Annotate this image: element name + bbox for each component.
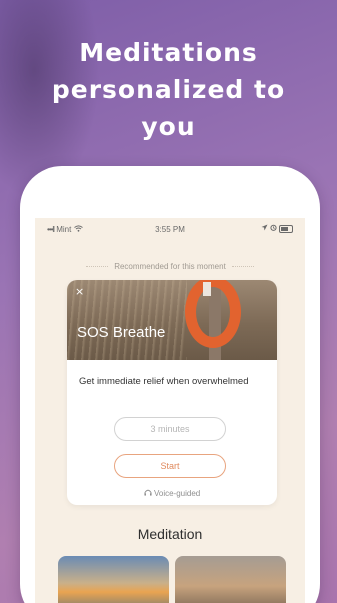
headline-line-3: you xyxy=(141,112,196,141)
lifebuoy-image xyxy=(185,280,241,348)
meditation-thumbnail-city[interactable] xyxy=(175,556,286,603)
grass-texture xyxy=(67,280,187,360)
start-button[interactable]: Start xyxy=(114,454,226,478)
card-description: Get immediate relief when overwhelmed xyxy=(79,376,249,387)
battery-icon xyxy=(279,224,293,233)
voice-guided-text: Voice-guided xyxy=(153,489,201,498)
divider-left xyxy=(85,266,108,268)
duration-button[interactable]: 3 minutes xyxy=(114,417,226,441)
status-icons-right xyxy=(261,224,293,233)
recommendation-label: Recommended for this moment xyxy=(35,262,305,271)
meditation-section-title: Meditation xyxy=(137,526,203,542)
card-title: SOS Breathe xyxy=(77,324,166,341)
sos-breathe-card[interactable]: × SOS Breathe Get immediate relief when … xyxy=(67,280,277,505)
voice-guided-label: Voice-guided xyxy=(67,489,277,498)
headphones-icon xyxy=(144,489,154,498)
meditation-thumbnail-sunset[interactable] xyxy=(58,556,169,603)
lifebuoy-band xyxy=(203,282,211,296)
promo-headline: Meditations personalized to you xyxy=(0,34,337,145)
status-bar: •••ll Mint 3:55 PM xyxy=(35,218,305,240)
location-arrow-icon xyxy=(261,224,270,233)
close-icon[interactable]: × xyxy=(75,286,84,298)
recommendation-text: Recommended for this moment xyxy=(114,262,226,271)
alarm-icon xyxy=(270,224,279,233)
card-hero-image: × SOS Breathe xyxy=(67,280,277,360)
phone-screen: •••ll Mint 3:55 PM Recommended for this … xyxy=(35,218,305,603)
divider-right xyxy=(232,266,255,268)
headline-line-1: Meditations xyxy=(79,38,258,67)
headline-line-2: personalized to xyxy=(51,75,286,104)
